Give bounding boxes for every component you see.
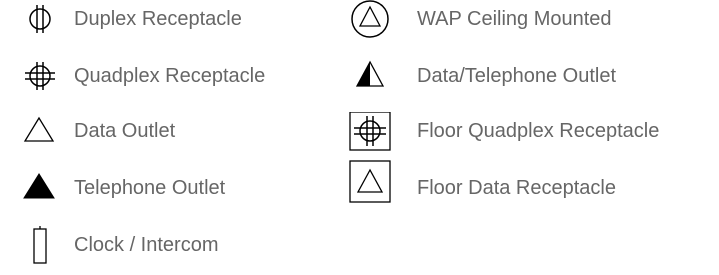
clock-intercom-icon [20, 226, 70, 266]
legend-label: Floor Data Receptacle [417, 177, 616, 199]
legend-label: Data Outlet [74, 120, 176, 142]
symbol-legend: Duplex Receptacle Quadplex Receptacle Da… [0, 0, 719, 275]
legend-label: WAP Ceiling Mounted [417, 8, 612, 30]
data-outlet-icon [20, 112, 70, 152]
legend-label: Duplex Receptacle [74, 8, 242, 30]
wap-ceiling-mounted-icon [349, 0, 399, 40]
legend-label: Quadplex Receptacle [74, 65, 266, 87]
telephone-outlet-icon [20, 169, 70, 209]
legend-label: Telephone Outlet [74, 177, 226, 199]
quadplex-receptacle-icon [20, 57, 70, 97]
legend-label: Clock / Intercom [74, 234, 219, 256]
floor-data-receptacle-icon [349, 160, 399, 204]
data-telephone-outlet-icon [349, 57, 399, 97]
legend-label: Floor Quadplex Receptacle [417, 120, 660, 142]
duplex-receptacle-icon [20, 0, 70, 40]
legend-label: Data/Telephone Outlet [417, 65, 617, 87]
floor-quadplex-receptacle-icon [349, 112, 399, 152]
